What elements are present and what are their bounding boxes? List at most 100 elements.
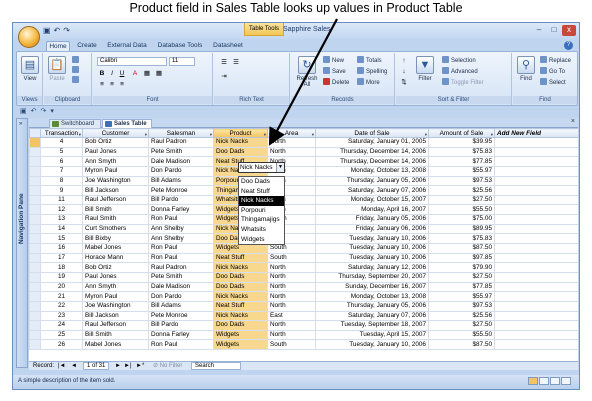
table-cell[interactable]: South — [267, 339, 316, 351]
column-dropdown-icon[interactable]: ▾ — [491, 131, 493, 137]
table-cell[interactable]: Bill Jackson — [82, 310, 149, 322]
new-field-cell[interactable] — [494, 252, 578, 264]
table-cell[interactable]: $27.50 — [428, 320, 495, 331]
font-size-select[interactable]: 11 — [169, 57, 195, 66]
table-cell[interactable]: 5 — [40, 146, 83, 158]
table-cell[interactable]: Thursday, January 05, 2006 — [315, 300, 429, 312]
table-cell[interactable]: $79.90 — [428, 262, 495, 273]
table-cell[interactable]: Don Pardo — [148, 291, 214, 302]
table-row[interactable]: 20 Ann Smyth Dale Madison Doo Dads North Sund… — [29, 281, 578, 293]
table-cell[interactable]: $25.56 — [428, 310, 495, 322]
table-cell[interactable]: East — [267, 310, 316, 322]
goto-button[interactable]: Go To — [540, 67, 565, 75]
tab-switchboard[interactable]: Switchboard — [49, 119, 101, 128]
table-cell[interactable]: Dale Madison — [148, 156, 214, 167]
table-row[interactable]: 7Myron PaulDon PardoNick NacksNorthMonda… — [29, 165, 578, 177]
office-button[interactable] — [18, 26, 40, 48]
bullets-button[interactable]: ☰ — [220, 59, 228, 67]
row-selector[interactable] — [29, 320, 41, 331]
maximize-button[interactable]: □ — [547, 25, 561, 36]
row-selector[interactable] — [29, 262, 41, 273]
row-selector[interactable] — [29, 281, 41, 293]
column-dropdown-icon[interactable]: ▾ — [79, 131, 81, 137]
selection-button[interactable]: Selection — [442, 56, 476, 64]
column-header[interactable]: Add New Field — [494, 128, 578, 138]
table-cell[interactable]: Saturday, January 07, 2006 — [315, 185, 429, 196]
new-field-cell[interactable] — [494, 175, 578, 187]
row-selector[interactable] — [29, 233, 41, 245]
table-cell[interactable]: $77.85 — [428, 281, 495, 293]
table-cell[interactable]: 16 — [40, 243, 83, 254]
find-button[interactable]: ⚲ Find — [515, 56, 537, 82]
row-selector[interactable] — [29, 300, 41, 312]
row-selector[interactable] — [29, 329, 41, 341]
replace-button[interactable]: Replace — [540, 56, 571, 64]
advanced-button[interactable]: Advanced — [442, 67, 478, 75]
gridlines-button[interactable]: ▦ — [155, 70, 163, 78]
column-dropdown-icon[interactable]: ▾ — [312, 131, 314, 137]
table-cell[interactable]: $75.83 — [428, 233, 495, 245]
table-cell[interactable]: $97.53 — [428, 300, 495, 312]
new-field-cell[interactable] — [494, 165, 578, 177]
dropdown-option[interactable]: Thingamajigs — [239, 215, 284, 225]
table-cell[interactable]: Ron Paul — [148, 252, 214, 264]
table-cell[interactable]: Doo Dads — [213, 320, 268, 331]
font-color-button[interactable]: A — [131, 70, 139, 78]
table-cell[interactable]: Thursday, December 14, 2006 — [315, 156, 429, 167]
table-cell[interactable]: $39.95 — [428, 137, 495, 148]
row-selector[interactable] — [29, 339, 41, 351]
table-cell[interactable]: Thursday, January 05, 2006 — [315, 175, 429, 187]
cut-button[interactable] — [72, 56, 81, 64]
table-cell[interactable]: Paul Jones — [82, 146, 149, 158]
table-cell[interactable]: Widgets — [213, 339, 268, 351]
table-cell[interactable]: 26 — [40, 339, 83, 351]
view-button[interactable]: ▤ View — [20, 56, 40, 82]
table-cell[interactable]: Bill Adams — [148, 175, 214, 187]
refresh-button[interactable]: ↻ Refresh All — [294, 56, 320, 88]
table-cell[interactable]: 13 — [40, 214, 83, 225]
table-cell[interactable]: 24 — [40, 320, 83, 331]
fill-color-button[interactable]: ▦ — [143, 70, 151, 78]
table-cell[interactable]: 6 — [40, 156, 83, 167]
table-cell[interactable]: Paul Jones — [82, 271, 149, 283]
table-cell[interactable]: North — [267, 137, 316, 148]
table-row[interactable]: 12Bill SmithDonna FarleyWidgetsNorthMond… — [29, 204, 578, 216]
new-field-cell[interactable] — [494, 329, 578, 341]
dropdown-option[interactable]: Porpouri — [239, 206, 284, 216]
new-field-cell[interactable] — [494, 291, 578, 302]
quick-access-icons[interactable]: ▣↶↷ — [43, 26, 73, 35]
italic-button[interactable]: I — [108, 70, 116, 78]
table-cell[interactable]: 11 — [40, 194, 83, 206]
table-cell[interactable]: Bill Jackson — [82, 185, 149, 196]
table-cell[interactable]: Raul Padron — [148, 137, 214, 148]
toggle-filter-button[interactable]: Toggle Filter — [442, 78, 484, 86]
pivot-chart-view-icon[interactable] — [550, 377, 560, 385]
table-cell[interactable]: Bill Smith — [82, 329, 149, 341]
totals-button[interactable]: Totals — [357, 56, 382, 64]
table-cell[interactable]: $87.50 — [428, 243, 495, 254]
new-field-cell[interactable] — [494, 233, 578, 245]
table-row[interactable]: 23 Bill Jackson Pete Monroe Nick Nacks East S… — [29, 310, 578, 322]
table-cell[interactable]: $55.97 — [428, 291, 495, 302]
table-row[interactable]: 17 Horace Mann Ron Paul Neat Stuff South Tues… — [29, 252, 578, 264]
dropdown-option[interactable]: Doo Dads — [239, 177, 284, 187]
table-cell[interactable]: $25.56 — [428, 185, 495, 196]
table-cell[interactable]: Doo Dads — [213, 146, 268, 158]
table-row[interactable]: 21 Myron Paul Don Pardo Nick Nacks North Mond… — [29, 291, 578, 302]
table-cell[interactable]: Joe Washington — [82, 175, 149, 187]
column-header[interactable]: Area ▾ — [267, 128, 316, 138]
table-cell[interactable]: Donna Farley — [148, 204, 214, 216]
table-cell[interactable]: Curt Smothers — [82, 223, 149, 235]
table-cell[interactable]: Saturday, January 01, 2005 — [315, 137, 429, 148]
table-cell[interactable]: Doo Dads — [213, 271, 268, 283]
new-field-cell[interactable] — [494, 339, 578, 351]
table-cell[interactable]: Bill Bixby — [82, 233, 149, 245]
row-selector[interactable] — [29, 204, 41, 216]
new-field-cell[interactable] — [494, 156, 578, 167]
select-all-corner[interactable] — [29, 128, 41, 138]
table-cell[interactable]: $55.50 — [428, 329, 495, 341]
table-row[interactable]: 25 Bill Smith Donna Farley Widgets North Tues… — [29, 329, 578, 341]
navigation-pane[interactable]: » Navigation Pane — [16, 118, 28, 368]
table-cell[interactable]: Bill Adams — [148, 300, 214, 312]
align-left-button[interactable]: ≡ — [98, 81, 106, 89]
